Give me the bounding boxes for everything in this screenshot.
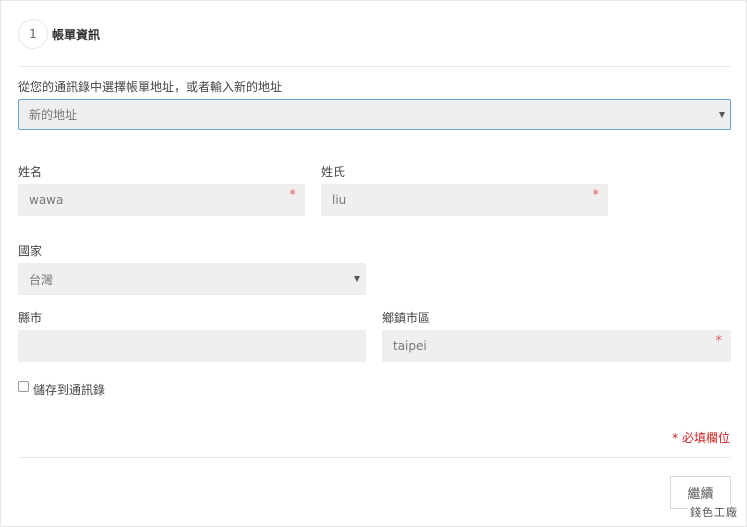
district-field[interactable]: taipei * bbox=[382, 330, 731, 362]
header-divider bbox=[18, 66, 731, 67]
district-label: 鄉鎮市區 bbox=[382, 311, 431, 325]
address-select-label: 從您的通訊錄中選擇帳單地址，或者輸入新的地址 bbox=[18, 80, 283, 94]
save-to-addressbook-checkbox[interactable] bbox=[18, 381, 29, 392]
billing-address-select-value: 新的地址 bbox=[29, 108, 78, 122]
footer-divider bbox=[18, 457, 731, 458]
save-to-addressbook-label[interactable]: 儲存到通訊錄 bbox=[33, 381, 105, 398]
last-name-value: liu bbox=[332, 193, 347, 207]
chevron-down-icon bbox=[719, 111, 725, 118]
country-label: 國家 bbox=[18, 244, 43, 258]
checkout-panel: 1 帳單資訊 從您的通訊錄中選擇帳單地址，或者輸入新的地址 新的地址 姓名 wa… bbox=[0, 0, 747, 527]
last-name-field[interactable]: liu * bbox=[321, 184, 608, 216]
required-asterisk-icon: * bbox=[592, 188, 600, 203]
first-name-value: wawa bbox=[29, 193, 64, 207]
last-name-label: 姓氏 bbox=[321, 165, 346, 179]
step-number: 1 bbox=[29, 27, 37, 41]
country-select-value: 台灣 bbox=[29, 272, 54, 287]
step-number-badge: 1 bbox=[18, 19, 48, 49]
required-fields-note: * 必填欄位 bbox=[672, 431, 730, 445]
first-name-field[interactable]: wawa * bbox=[18, 184, 305, 216]
county-field[interactable] bbox=[18, 330, 366, 362]
district-value: taipei bbox=[393, 339, 427, 353]
first-name-label: 姓名 bbox=[18, 165, 43, 179]
billing-address-select[interactable]: 新的地址 bbox=[18, 99, 731, 130]
required-asterisk-icon: * bbox=[289, 188, 297, 203]
step-title: 帳單資訊 bbox=[52, 28, 101, 42]
county-label: 縣市 bbox=[18, 311, 43, 325]
country-select[interactable]: 台灣 bbox=[18, 263, 366, 295]
required-asterisk-icon: * bbox=[715, 334, 723, 349]
watermark-logo: 錢色工廠 bbox=[688, 504, 740, 520]
chevron-down-icon bbox=[354, 276, 360, 282]
